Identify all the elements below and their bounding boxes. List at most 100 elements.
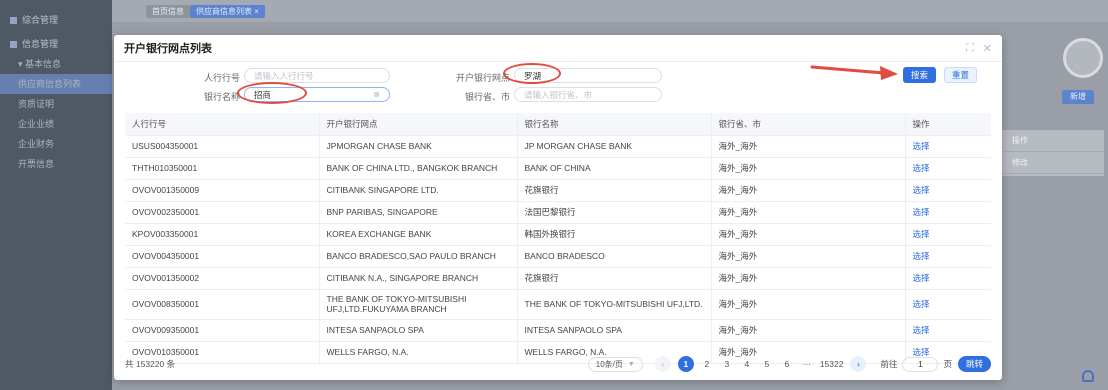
bank-name-input[interactable]: 招商 ⊗ <box>244 87 390 102</box>
background-sidebar-item: 开票信息 <box>0 154 112 174</box>
bank-no-cell-text: OVOV002350001 <box>132 207 200 217</box>
background-tab-supplier: 供应商信息列表 × <box>190 5 265 18</box>
branch-label: 开户银行网点 <box>455 73 510 83</box>
background-sidebar-label: 开票信息 <box>18 159 55 169</box>
bank-name-cell-text: 花旗银行 <box>524 273 559 283</box>
bank-name-cell-text: BANK OF CHINA <box>524 163 591 173</box>
action-cell: 选择 <box>905 201 991 224</box>
table-row: OVOV009350001 INTESA SANPAOLO SPA INTESA S… <box>125 319 991 342</box>
background-sidebar-label: 企业财务 <box>18 139 55 149</box>
select-link[interactable]: 选择 <box>913 141 930 151</box>
province-placeholder: 请输入银行省、市 <box>524 89 593 100</box>
province-cell: 海外_海外 <box>711 135 906 158</box>
pagination-bar: 共 153220 条 10条/页 ▼ ‹ 1 2 3 4 5 6 ··· 15322 › 前往… <box>125 355 991 373</box>
province-cell-text: 海外_海外 <box>718 299 758 309</box>
company-seal-image <box>1063 38 1103 78</box>
branch-input[interactable]: 罗湖 <box>514 68 662 83</box>
bank-no-cell-text: OVOV001350009 <box>132 185 200 195</box>
search-button[interactable]: 搜索 <box>903 67 936 83</box>
next-page-icon[interactable]: › <box>850 356 867 372</box>
branch-cell: BNP PARIBAS, SINGAPORE <box>319 201 518 224</box>
select-link[interactable]: 选择 <box>913 207 930 217</box>
bank-no-cell: OVOV002350001 <box>125 201 320 224</box>
branch-cell-text: BANCO BRADESCO,SAO PAULO BRANCH <box>326 251 496 261</box>
bank-no-input[interactable]: 请输入人行行号 <box>244 68 390 83</box>
chevron-down-icon: ▼ <box>627 360 635 368</box>
bank-branch-table: 人行行号 开户银行网点 银行名称 银行省、市 操作 USUS004350001 J… <box>125 113 991 364</box>
bank-name-cell: 花旗银行 <box>517 267 712 290</box>
goto-label: 前往 <box>880 359 898 369</box>
province-cell-text: 海外_海外 <box>718 251 758 261</box>
action-cell: 选择 <box>905 245 991 268</box>
page-number[interactable]: 5 <box>760 356 774 372</box>
background-sidebar-item: 综合管理 <box>0 10 112 30</box>
bank-no-cell-text: USUS004350001 <box>132 141 199 151</box>
bank-name-cell-text: INTESA SANPAOLO SPA <box>524 325 622 335</box>
close-icon[interactable]: ✕ <box>983 42 992 55</box>
goto-button[interactable]: 跳转 <box>957 356 991 372</box>
branch-cell: BANK OF CHINA LTD., BANGKOK BRANCH <box>319 157 518 180</box>
action-cell: 选择 <box>905 267 991 290</box>
goto-unit: 页 <box>943 359 952 369</box>
table-row: OVOV001350009 CITIBANK SINGAPORE LTD. 花旗银行… <box>125 179 991 202</box>
background-sidebar-label: 信息管理 <box>22 39 59 49</box>
fullscreen-icon[interactable]: ⛶ <box>966 42 974 55</box>
action-cell: 选择 <box>905 319 991 342</box>
province-input[interactable]: 请输入银行省、市 <box>514 87 662 102</box>
background-table-cell: 修改 <box>1000 152 1104 174</box>
column-header-bank-name: 银行名称 <box>517 113 712 136</box>
menu-icon <box>10 17 17 25</box>
bank-name-cell-text: THE BANK OF TOKYO-MITSUBISHI UFJ,LTD. <box>524 299 703 309</box>
select-link[interactable]: 选择 <box>913 163 930 173</box>
province-cell-text: 海外_海外 <box>718 325 758 335</box>
page-number[interactable]: 2 <box>700 356 714 372</box>
branch-cell-text: BANK OF CHINA LTD., BANGKOK BRANCH <box>326 163 498 173</box>
province-cell-text: 海外_海外 <box>718 207 758 217</box>
branch-cell-text: CITIBANK SINGAPORE LTD. <box>326 185 439 195</box>
bank-no-label: 人行行号 <box>203 73 240 83</box>
reset-button[interactable]: 重置 <box>944 67 977 83</box>
page-number[interactable]: 3 <box>720 356 734 372</box>
select-link[interactable]: 选择 <box>913 251 930 261</box>
table-row: OVOV008350001 THE BANK OF TOKYO-MITSUBISH… <box>125 289 991 320</box>
dialog-title: 开户银行网点列表 <box>124 43 212 55</box>
action-cell: 选择 <box>905 179 991 202</box>
bank-no-cell: OVOV001350002 <box>125 267 320 290</box>
background-sidebar-label: 企业业绩 <box>18 119 55 129</box>
bank-no-placeholder: 请输入人行行号 <box>254 70 314 81</box>
page-number[interactable]: 6 <box>780 356 794 372</box>
bank-name-cell-text: 韩国外换银行 <box>524 229 576 239</box>
table-row: OVOV002350001 BNP PARIBAS, SINGAPORE 法国巴黎银… <box>125 201 991 224</box>
select-link[interactable]: 选择 <box>913 325 930 335</box>
branch-cell-text: JPMORGAN CHASE BANK <box>326 141 432 151</box>
headset-icon <box>1082 370 1094 382</box>
select-link[interactable]: 选择 <box>913 299 930 309</box>
background-sidebar-item: 企业业绩 <box>0 114 112 134</box>
bank-no-cell-text: OVOV001350002 <box>132 273 200 283</box>
page-size-select[interactable]: 10条/页 ▼ <box>587 356 643 372</box>
select-link[interactable]: 选择 <box>913 229 930 239</box>
background-sidebar-item: 供应商信息列表 <box>0 74 112 94</box>
select-link[interactable]: 选择 <box>913 185 930 195</box>
province-cell: 海外_海外 <box>711 319 906 342</box>
table-row: OVOV001350002 CITIBANK N.A., SINGAPORE BR… <box>125 267 991 290</box>
action-cell: 选择 <box>905 135 991 158</box>
bank-name-cell: THE BANK OF TOKYO-MITSUBISHI UFJ,LTD. <box>517 289 712 320</box>
action-cell: 选择 <box>905 157 991 180</box>
page-number[interactable]: 15322 <box>820 356 844 372</box>
background-sidebar-item: 信息管理 <box>0 34 112 54</box>
page-number[interactable]: 1 <box>677 356 694 372</box>
branch-cell-text: THE BANK OF TOKYO-MITSUBISHI UFJ,LTD.FUK… <box>326 294 467 314</box>
page-number[interactable]: 4 <box>740 356 754 372</box>
dialog-header: 开户银行网点列表 ⛶ ✕ <box>114 35 1002 62</box>
bank-no-cell: OVOV009350001 <box>125 319 320 342</box>
background-sidebar-item: ▾ 基本信息 <box>0 54 112 74</box>
bank-no-cell: KPOV003350001 <box>125 223 320 246</box>
bank-no-cell-text: OVOV008350001 <box>132 299 200 309</box>
goto-page-input[interactable]: 1 <box>902 356 939 372</box>
select-link[interactable]: 选择 <box>913 273 930 283</box>
page-number[interactable]: ··· <box>800 356 814 372</box>
bank-name-cell-text: 法国巴黎银行 <box>524 207 576 217</box>
prev-page-icon[interactable]: ‹ <box>654 356 671 372</box>
clear-icon[interactable]: ⊗ <box>373 90 380 99</box>
